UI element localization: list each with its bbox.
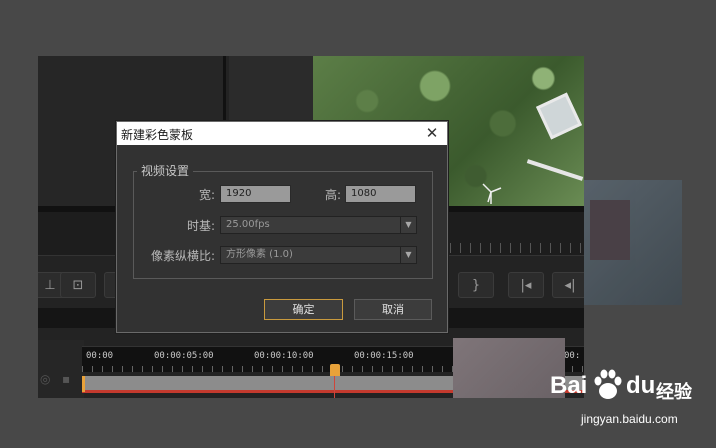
width-input[interactable]: 1920 [220,185,291,203]
in-point-marker[interactable] [82,376,85,392]
dialog-title: 新建彩色蒙板 [121,128,194,142]
width-label: 宽: [198,188,215,202]
solar-panel-structure [535,92,583,140]
timebase-label: 时基: [186,219,215,233]
paw-icon [594,369,622,399]
blurred-overlay-bottom [453,338,565,398]
chevron-down-icon[interactable]: ▼ [400,217,416,233]
time-label: 00:00:10:00 [254,351,314,361]
pixel-aspect-label: 像素纵横比: [150,249,215,263]
time-label: 00:00:05:00 [154,351,214,361]
cancel-button[interactable]: 取消 [354,299,432,320]
lock-icon[interactable]: ▪ [62,372,70,386]
pixel-aspect-value: 方形像素 (1.0) [226,249,293,260]
video-settings-label: 视频设置 [137,162,194,179]
street-lamp-pole [526,159,584,181]
watermark-product: 经验 [656,382,692,403]
pixel-aspect-select[interactable]: 方形像素 (1.0) ▼ [220,246,417,264]
blurred-thumbnail [590,200,630,260]
watermark-brand-right: du [626,372,656,399]
blurred-overlay-right [584,180,682,305]
chevron-down-icon[interactable]: ▼ [400,247,416,263]
wind-turbine-icon [482,183,502,204]
timebase-select[interactable]: 25.00fps ▼ [220,216,417,234]
time-label: 00: [564,351,581,361]
playhead-line [334,376,335,398]
extract-icon[interactable]: ⊡ [60,272,96,298]
timebase-value: 25.00fps [226,219,270,230]
height-label: 高: [324,188,341,202]
time-label: 00:00 [86,351,114,361]
monitor-ticks [450,243,584,253]
close-icon[interactable]: ✕ [423,124,441,142]
height-input[interactable]: 1080 [345,185,416,203]
watermark-brand-left: Bai [550,372,588,399]
timeline-track-headers: ◎ ▪ [38,340,84,398]
playhead-handle[interactable] [330,364,340,376]
step-back-icon[interactable]: ◂| [552,272,584,298]
ok-button[interactable]: 确定 [264,299,343,320]
go-to-in-icon[interactable]: |◂ [508,272,544,298]
watermark-url: jingyan.baidu.com [581,412,678,426]
new-color-matte-dialog: 新建彩色蒙板 ✕ 视频设置 宽: 1920 高: 1080 时基: 25.00f… [116,121,448,333]
time-label: 00:00:15:00 [354,351,414,361]
audio-icon[interactable]: ◎ [40,372,50,386]
mark-out-icon[interactable]: } [458,272,494,298]
dialog-titlebar[interactable]: 新建彩色蒙板 ✕ [117,122,447,145]
